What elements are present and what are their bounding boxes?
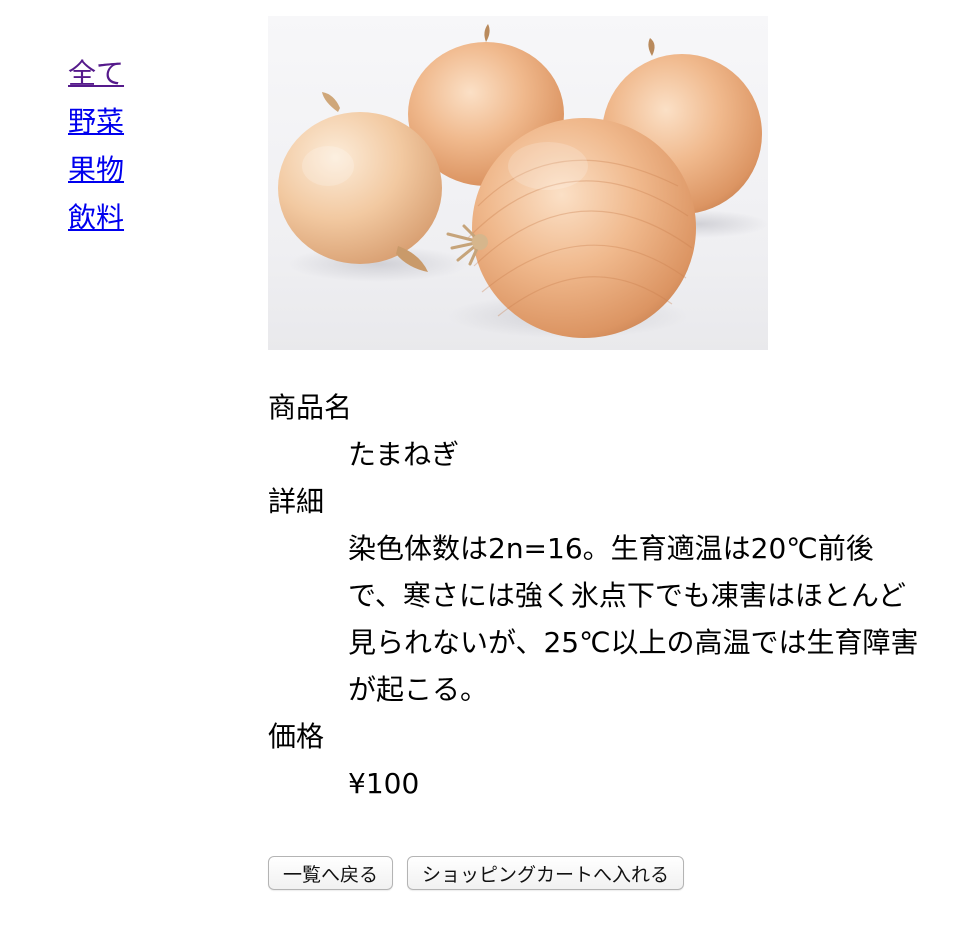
product-name: たまねぎ: [348, 438, 460, 471]
category-link-drinks[interactable]: 飲料: [68, 194, 124, 242]
product-detail-page: 全て 野菜 果物 飲料 商品名 たまねぎ 詳細 染色体数は2n=16。生育適温は…: [0, 0, 970, 938]
product-image: [268, 16, 768, 350]
product-price: ¥100: [348, 767, 420, 800]
back-to-list-button[interactable]: 一覧へ戻る: [268, 856, 394, 890]
category-link-vegetables[interactable]: 野菜: [68, 98, 124, 146]
product-detail: 染色体数は2n=16。生育適温は20℃前後で、寒さには強く氷点下でも凍害はほとん…: [348, 532, 919, 706]
product-details: 商品名 たまねぎ 詳細 染色体数は2n=16。生育適温は20℃前後で、寒さには強…: [268, 384, 948, 807]
onions-photo-icon: [278, 24, 768, 338]
action-buttons: 一覧へ戻る ショッピングカートへ入れる: [268, 856, 685, 890]
product-name-label: 商品名: [268, 391, 353, 424]
product-detail-label: 詳細: [268, 485, 325, 518]
product-price-label: 価格: [268, 720, 325, 753]
category-nav: 全て 野菜 果物 飲料: [68, 50, 124, 242]
category-link-all[interactable]: 全て: [68, 50, 124, 98]
add-to-cart-button[interactable]: ショッピングカートへ入れる: [407, 856, 685, 890]
category-link-fruits[interactable]: 果物: [68, 146, 124, 194]
